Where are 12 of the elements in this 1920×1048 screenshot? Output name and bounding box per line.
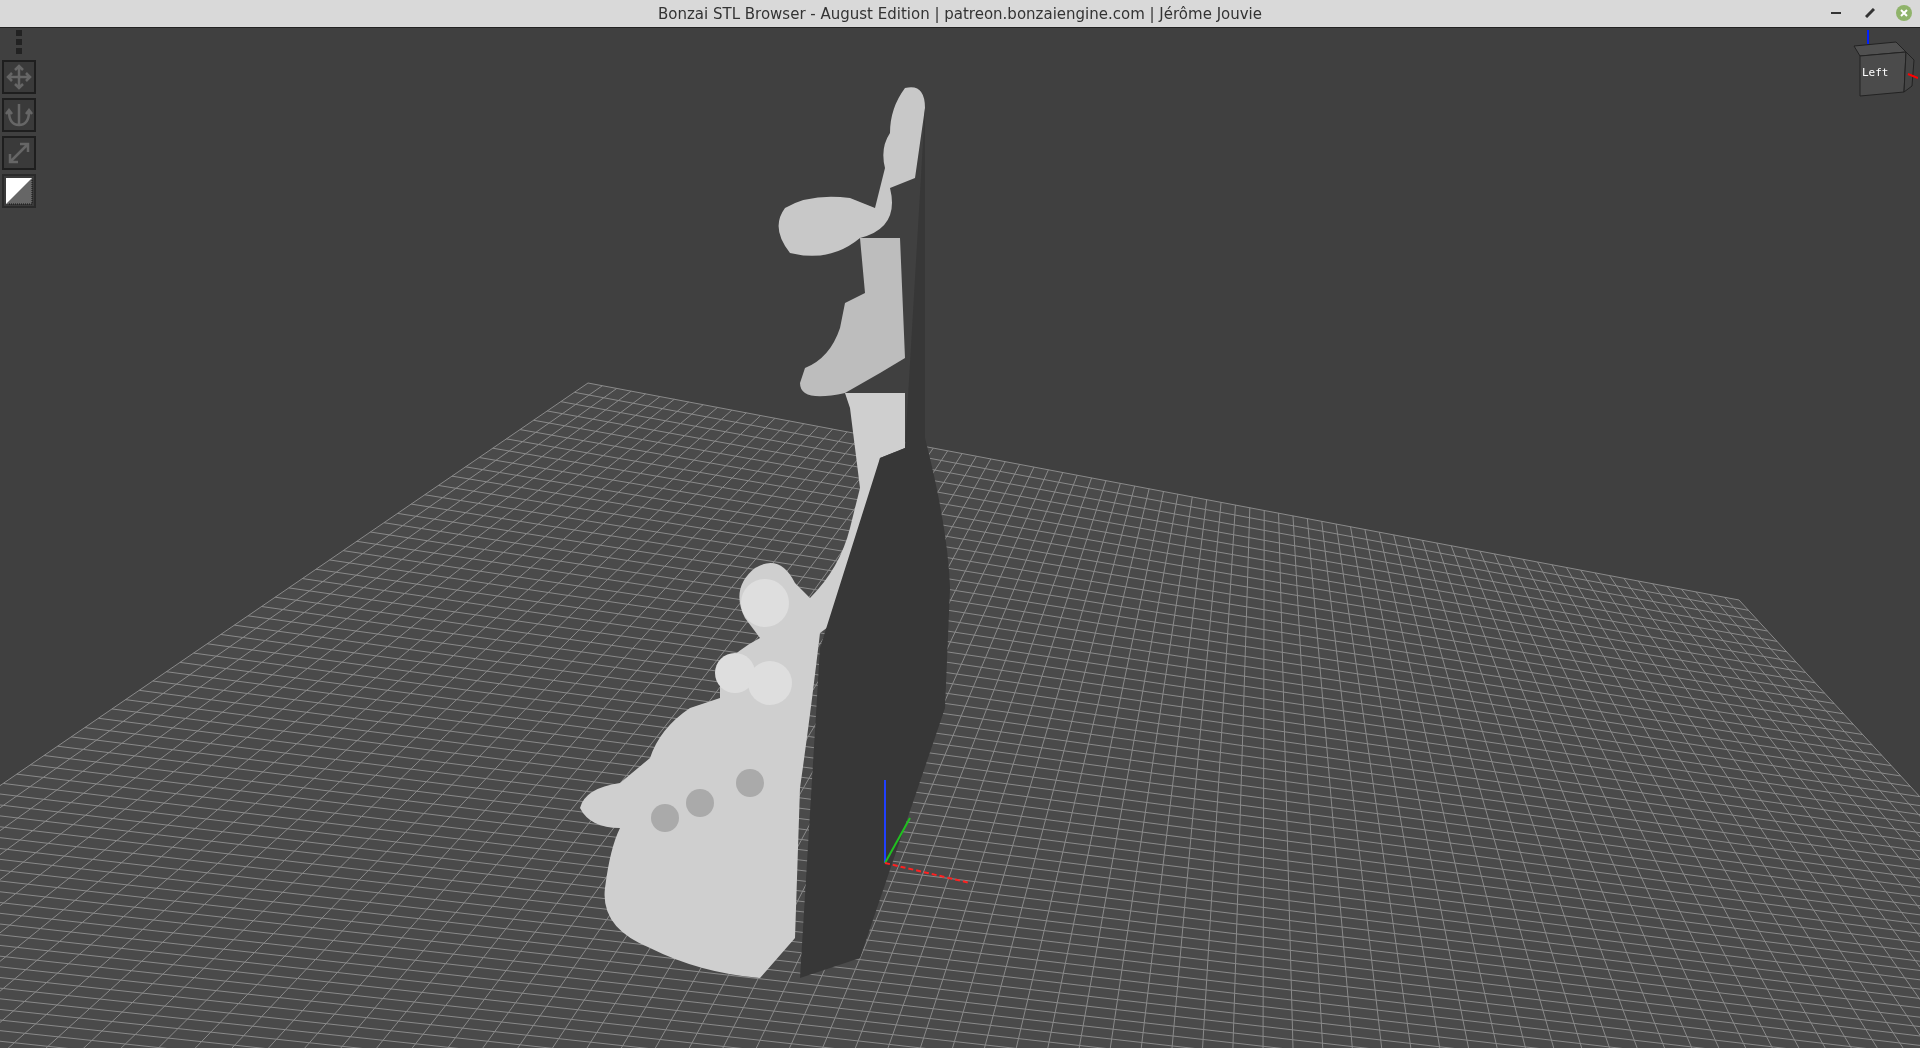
close-button[interactable] — [1894, 3, 1914, 23]
minimize-icon — [1831, 11, 1841, 15]
anchor-tool-button[interactable] — [2, 98, 36, 132]
shading-toggle-button[interactable] — [2, 174, 36, 208]
window-title: Bonzai STL Browser - August Edition | patreon.bonzaiengine.com | Jérôme Jouvie — [658, 4, 1262, 23]
sculpture-model-drawing[interactable] — [580, 87, 950, 978]
axes-icon — [884, 779, 971, 884]
move-tool-button[interactable] — [2, 60, 36, 94]
restore-icon — [1865, 8, 1875, 18]
toolbar-grip-icon[interactable] — [16, 30, 22, 54]
close-icon — [1896, 5, 1912, 21]
view-cube-face-label: Left — [1862, 66, 1889, 79]
